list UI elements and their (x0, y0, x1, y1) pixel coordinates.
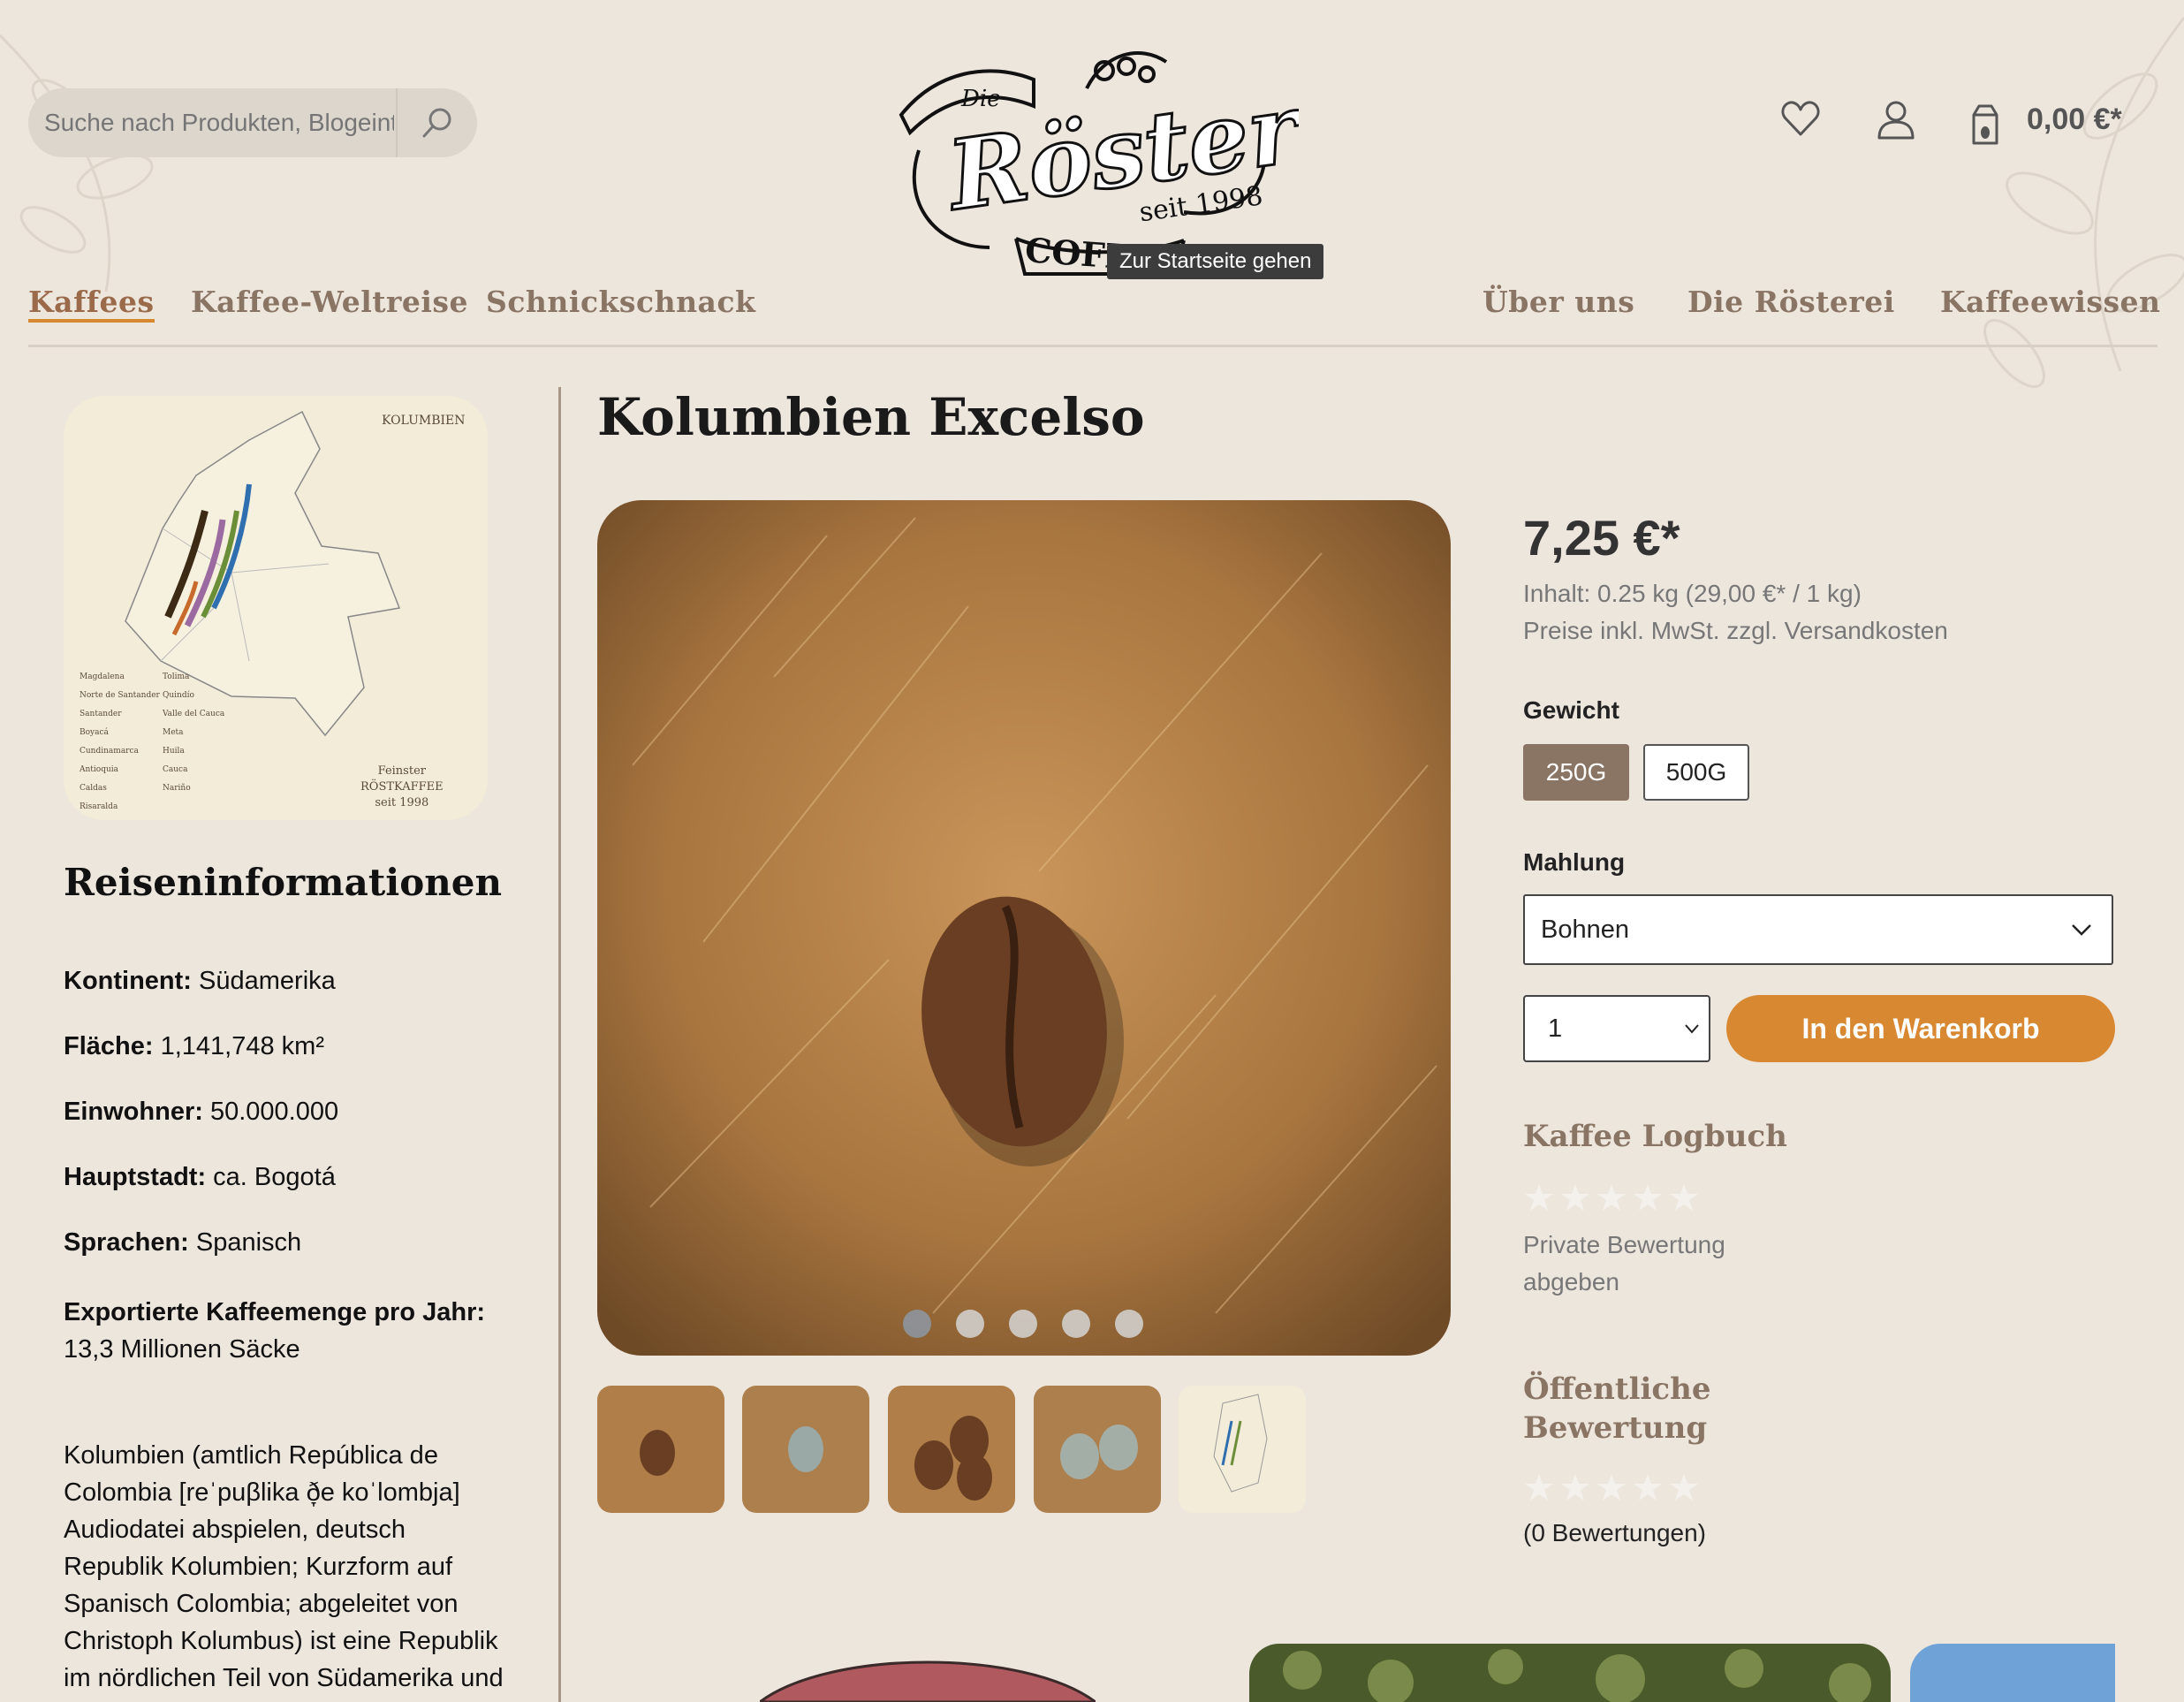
colombia-map[interactable]: KOLUMBIEN Magdalena Norte de Santander Sa… (64, 396, 488, 820)
nav-kaffee-weltreise[interactable]: Kaffee-Weltreise (191, 285, 468, 319)
fact-export: Exportierte Kaffeemenge pro Jahr: 13,3 Mi… (64, 1298, 486, 1364)
grind-select[interactable]: Bohnen (1523, 894, 2113, 965)
public-rating-stars (1523, 1472, 1709, 1504)
account-button[interactable] (1877, 99, 1915, 144)
private-rating-link[interactable]: Private Bewertung abgeben (1523, 1227, 1753, 1301)
add-to-cart-button[interactable]: In den Warenkorb (1726, 995, 2115, 1062)
gallery-dot-3[interactable] (1009, 1310, 1037, 1338)
nav-divider (28, 345, 2157, 347)
home-tooltip: Zur Startseite gehen (1107, 244, 1324, 279)
map-brand: Feinster RÖSTKAFFEE seit 1998 (360, 764, 444, 809)
heart-icon (1781, 101, 1820, 136)
teaser-plantation[interactable] (1249, 1644, 1891, 1702)
public-rating-title: Öffentliche Bewertung (1523, 1371, 1711, 1446)
fact-languages: Sprachen: Spanisch (64, 1228, 302, 1257)
nav-schnickschnack[interactable]: Schnickschnack (486, 285, 755, 319)
weight-label: Gewicht (1523, 696, 1619, 724)
private-rating-stars[interactable] (1523, 1182, 1709, 1214)
cart-total[interactable]: 0,00 €* (2027, 103, 2122, 137)
tax-info[interactable]: Preise inkl. MwSt. zzgl. Versandkosten (1523, 617, 1948, 645)
chevron-down-icon (1685, 1024, 1699, 1034)
gallery-dot-5[interactable] (1115, 1310, 1143, 1338)
thumbnail-5[interactable] (1179, 1386, 1306, 1513)
thumbnail-4[interactable] (1034, 1386, 1161, 1513)
gallery-dot-4[interactable] (1062, 1310, 1090, 1338)
cart-icon (1972, 104, 1998, 145)
cart-button[interactable] (1970, 103, 2000, 151)
thumbnail-2[interactable] (742, 1386, 869, 1513)
logbook-title: Kaffee Logbuch (1523, 1119, 1787, 1154)
teaser-badge[interactable] (760, 1649, 1096, 1702)
content-info: Inhalt: 0.25 kg (29,00 €* / 1 kg) (1523, 580, 1862, 607)
thumbnail-1[interactable] (597, 1386, 724, 1513)
product-price: 7,25 €* (1523, 510, 1680, 566)
star-icons (1525, 1474, 1698, 1501)
search-input[interactable] (28, 87, 396, 158)
fact-area: Fläche: 1,141,748 km² (64, 1032, 324, 1060)
nav-ueber-uns[interactable]: Über uns (1483, 285, 1634, 319)
search-icon (422, 108, 451, 138)
nav-die-roesterei[interactable]: Die Rösterei (1687, 285, 1895, 319)
fact-capital: Hauptstadt: ca. Bogotá (64, 1163, 336, 1191)
sidebar-divider (558, 387, 561, 1702)
svg-text:Die: Die (960, 86, 1001, 112)
travel-info-title: Reiseninformationen (64, 861, 503, 904)
thumbnail-3[interactable] (888, 1386, 1015, 1513)
map-legend-right: Tolima Quindío Valle del Cauca Meta Huila C… (163, 672, 225, 793)
fact-continent: Kontinent: Südamerika (64, 967, 336, 995)
review-count: (0 Bewertungen) (1523, 1519, 1707, 1546)
star-icons (1525, 1184, 1698, 1211)
quantity-select[interactable]: 1 (1523, 995, 1710, 1062)
chevron-down-icon (2072, 924, 2091, 936)
gallery-dots (903, 1310, 1143, 1338)
fact-population: Einwohner: 50.000.000 (64, 1098, 339, 1126)
weight-option-250g[interactable]: 250G (1523, 744, 1629, 801)
nav-kaffees[interactable]: Kaffees (28, 285, 155, 323)
svg-text:KOLUMBIEN: KOLUMBIEN (382, 414, 466, 428)
country-description: Kolumbien (amtlich República de Colombia… (64, 1441, 504, 1692)
wishlist-button[interactable] (1780, 99, 1821, 144)
search-bar (28, 87, 477, 158)
teaser-sky[interactable] (1910, 1644, 2115, 1702)
product-title: Kolumbien Excelso (597, 387, 1145, 447)
nav-kaffeewissen[interactable]: Kaffeewissen (1940, 285, 2161, 319)
map-legend-left: Magdalena Norte de Santander Santander Boy… (80, 672, 160, 811)
grind-label: Mahlung (1523, 848, 1626, 876)
gallery-dot-1[interactable] (903, 1310, 931, 1338)
product-image[interactable] (597, 500, 1451, 1356)
user-icon (1877, 101, 1915, 140)
gallery-dot-2[interactable] (956, 1310, 984, 1338)
search-button[interactable] (396, 88, 477, 157)
weight-option-500g[interactable]: 500G (1643, 744, 1749, 801)
